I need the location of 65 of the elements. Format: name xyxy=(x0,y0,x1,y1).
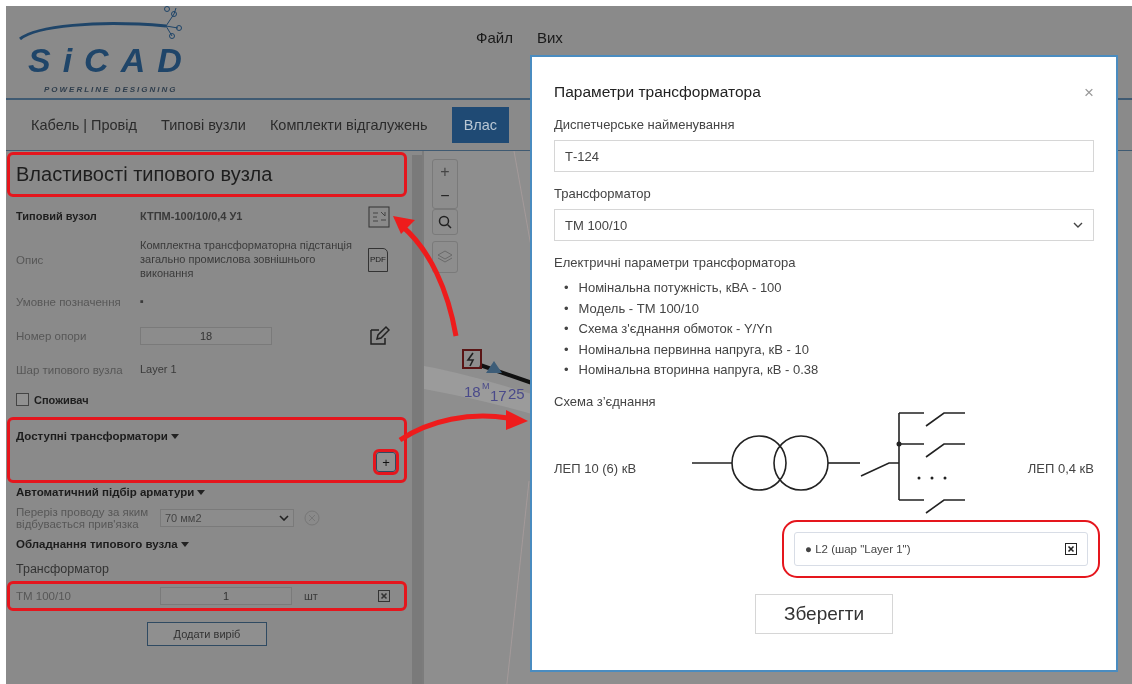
caret-icon[interactable] xyxy=(180,541,189,547)
property-label: Типовий вузол xyxy=(16,211,98,223)
chevron-down-icon[interactable] xyxy=(279,515,289,522)
property-value: Комплектна трансформаторна підстанція загально промислова зовнішнього виконання xyxy=(140,239,353,281)
parameter-item: Номінальна потужність, кВА - 100 xyxy=(578,279,782,297)
property-value: ▪ xyxy=(140,295,145,310)
property-value: Layer 1 xyxy=(140,363,178,378)
field-label: Диспетчерське найменування xyxy=(554,117,736,132)
search-icon[interactable] xyxy=(438,215,452,229)
close-button[interactable]: × xyxy=(1084,83,1094,101)
quantity-field[interactable]: 1 xyxy=(160,587,292,606)
bullet: • xyxy=(564,299,569,318)
transformer-select[interactable]: ТМ 100/10 xyxy=(554,209,1094,241)
logo-text: SiCAD xyxy=(28,40,195,81)
caret-icon[interactable] xyxy=(170,433,179,439)
tab[interactable]: Кабель | Провід xyxy=(31,107,137,143)
scheme-title: Схема з’єднання xyxy=(554,393,657,409)
section-title: Автоматичний підбір арматури xyxy=(16,486,195,499)
logo-tagline: POWERLINE DESIGNING xyxy=(44,84,179,94)
menu-item[interactable]: Файл xyxy=(476,28,513,46)
chevron-down-icon[interactable] xyxy=(1073,222,1083,228)
section-title: Доступні трансформатори xyxy=(16,430,168,443)
bullet: • xyxy=(564,320,569,338)
tab[interactable]: Комплекти відгалужень xyxy=(269,107,428,143)
line-label: ЛЕП 0,4 кВ xyxy=(1027,460,1094,476)
equipment-group-label: Трансформатор xyxy=(15,561,110,579)
zoom-in-button[interactable]: + xyxy=(433,160,457,184)
property-value: КТПМ-100/10/0,4 У1 xyxy=(140,210,244,224)
dispatch-name-field[interactable]: Т-124 xyxy=(554,140,1094,172)
tab[interactable]: Типові вузли xyxy=(161,107,246,143)
panel-title: Властивості типового вузла xyxy=(10,155,404,194)
map-label: 18 xyxy=(464,383,481,400)
section-title: Обладнання типового вузла xyxy=(16,538,178,551)
bullet: • xyxy=(564,340,569,359)
zoom-out-button[interactable]: − xyxy=(433,184,457,208)
checkbox-label: Споживач xyxy=(34,393,89,406)
add-button[interactable]: + xyxy=(376,452,396,473)
parameter-item: Схема з'єднання обмоток - Y/Yn xyxy=(578,320,773,338)
transformer-symbol-icon[interactable] xyxy=(462,349,482,369)
parameter-item: Модель - ТМ 100/10 xyxy=(578,299,699,318)
triangle-marker-icon xyxy=(486,361,502,373)
add-item-button[interactable]: Додати виріб xyxy=(146,622,268,647)
field-label: Трансформатор xyxy=(554,186,652,201)
checkbox[interactable] xyxy=(16,393,29,407)
unit-label: шт xyxy=(304,589,319,604)
map-label: 17 xyxy=(490,387,507,404)
map-label: 25 xyxy=(508,385,525,402)
line-label: ЛЕП 10 (6) кВ xyxy=(554,460,637,476)
caret-icon[interactable] xyxy=(197,489,206,495)
parameter-item: Номінальна вторинна напруга, кВ - 0.38 xyxy=(578,361,819,379)
map-label: М xyxy=(482,381,490,391)
pdf-icon[interactable]: PDF xyxy=(368,247,388,272)
parameter-item: Номінальна первинна напруга, кВ - 10 xyxy=(578,340,809,359)
params-title: Електричні параметри трансформатора xyxy=(554,255,797,270)
tab[interactable]: Влас xyxy=(451,107,510,143)
line-item-label: ● L2 (шар "Layer 1") xyxy=(805,542,911,555)
wire-section-select[interactable]: 70 мм2 xyxy=(160,509,294,528)
bullet: • xyxy=(564,279,569,297)
delete-icon[interactable] xyxy=(1065,542,1077,555)
scrollbar[interactable] xyxy=(412,155,422,684)
save-button[interactable]: Зберегти xyxy=(754,593,894,634)
bullet: • xyxy=(564,361,569,379)
pole-number-field[interactable]: 18 xyxy=(140,327,272,346)
dialog-title: Параметри трансформатора xyxy=(554,83,761,101)
menu-item[interactable]: Вих xyxy=(536,28,563,46)
